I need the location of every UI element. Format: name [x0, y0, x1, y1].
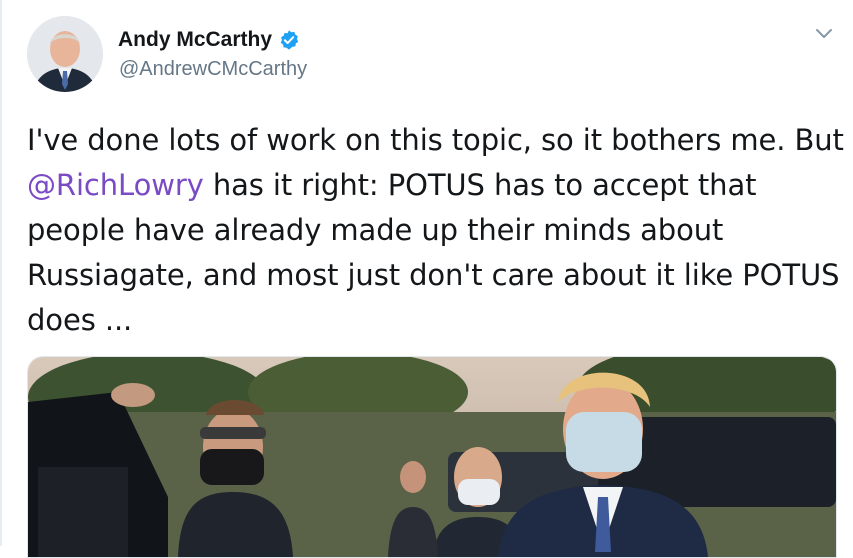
tweet-photo[interactable] — [27, 356, 837, 558]
verified-badge-icon — [278, 29, 300, 51]
mention-link[interactable]: @RichLowry — [27, 168, 204, 202]
author-name-row[interactable]: Andy McCarthy — [118, 28, 300, 52]
timeline-border — [0, 0, 2, 546]
photo-image — [28, 357, 836, 557]
avatar[interactable] — [27, 16, 103, 92]
tweet-text: I've done lots of work on this topic, so… — [27, 118, 847, 343]
avatar-image — [27, 16, 103, 92]
author-handle[interactable]: @AndrewCMcCarthy — [119, 58, 307, 81]
author-display-name[interactable]: Andy McCarthy — [118, 28, 272, 52]
chevron-down-icon[interactable] — [814, 26, 834, 42]
tweet-text-part-1: I've done lots of work on this topic, so… — [27, 123, 844, 157]
